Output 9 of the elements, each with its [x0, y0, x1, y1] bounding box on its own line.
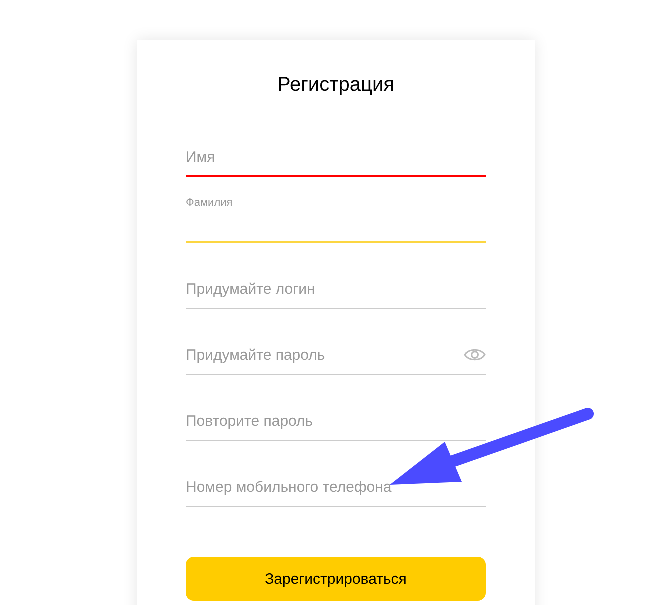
input-field[interactable]: Номер мобильного телефона: [186, 463, 486, 507]
eye-icon[interactable]: [464, 348, 486, 362]
register-button[interactable]: Зарегистрироваться: [186, 557, 486, 601]
input-field[interactable]: Придумайте логин: [186, 265, 486, 309]
field-label: Фамилия: [186, 196, 233, 210]
input-field[interactable]: Придумайте пароль: [186, 331, 486, 375]
input-field[interactable]: Имя: [186, 133, 486, 177]
form-title: Регистрация: [276, 73, 396, 98]
input-field[interactable]: Повторите пароль: [186, 397, 486, 441]
